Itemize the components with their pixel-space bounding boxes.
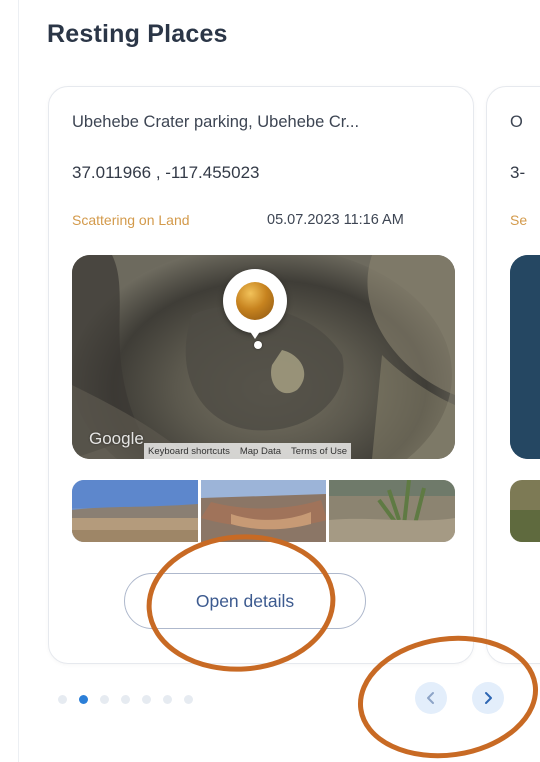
pagination-dot[interactable] — [184, 695, 193, 704]
card-place-name: O — [510, 113, 523, 131]
card-rest-type: Se — [510, 212, 528, 228]
map-attribution: Keyboard shortcuts Map Data Terms of Use — [144, 443, 352, 459]
chevron-right-icon — [485, 692, 492, 704]
left-divider — [18, 0, 19, 762]
carousel-pagination — [58, 695, 193, 704]
google-logo: Google — [89, 429, 144, 448]
section-title: Resting Places — [47, 20, 228, 48]
card-place-name: Ubehebe Crater parking, Ubehebe Cr... — [72, 113, 360, 131]
resting-place-card: Ubehebe Crater parking, Ubehebe Cr... 37… — [48, 86, 474, 664]
photo-thumbnail[interactable] — [200, 480, 327, 542]
card-rest-type: Scattering on Land — [72, 212, 190, 228]
pagination-dot[interactable] — [163, 695, 172, 704]
resting-places-page: Resting Places Ubehebe Crater parking, U… — [0, 0, 540, 762]
photo-strip — [510, 480, 540, 542]
terms-of-use-link[interactable]: Terms of Use — [291, 446, 347, 457]
map-data-link[interactable]: Map Data — [240, 446, 281, 457]
pagination-dot[interactable] — [100, 695, 109, 704]
urn-marker-icon — [236, 282, 274, 320]
pagination-dot[interactable] — [121, 695, 130, 704]
photo-strip — [72, 480, 455, 542]
pagination-dot-active[interactable] — [79, 695, 88, 704]
chevron-left-icon — [427, 692, 434, 704]
next-button[interactable] — [472, 682, 504, 714]
location-map[interactable] — [510, 255, 540, 459]
photo-thumbnail[interactable] — [510, 480, 540, 542]
resting-place-card: O 3- Se — [486, 86, 540, 664]
location-dot-icon — [254, 341, 262, 349]
photo-thumbnail[interactable] — [72, 480, 198, 542]
card-coordinates: 37.011966 , -117.455023 — [72, 163, 260, 182]
satellite-image — [510, 255, 540, 459]
previous-button[interactable] — [415, 682, 447, 714]
location-map[interactable]: Google Keyboard shortcuts Map Data Terms… — [72, 255, 455, 459]
photo-thumbnail[interactable] — [329, 480, 455, 542]
card-coordinates: 3- — [510, 163, 526, 182]
pagination-dot[interactable] — [142, 695, 151, 704]
card-datetime: 05.07.2023 11:16 AM — [267, 212, 404, 228]
open-details-button[interactable]: Open details — [124, 573, 366, 629]
map-pin-icon[interactable] — [223, 269, 287, 339]
pagination-dot[interactable] — [58, 695, 67, 704]
keyboard-shortcuts-link[interactable]: Keyboard shortcuts — [148, 446, 230, 457]
